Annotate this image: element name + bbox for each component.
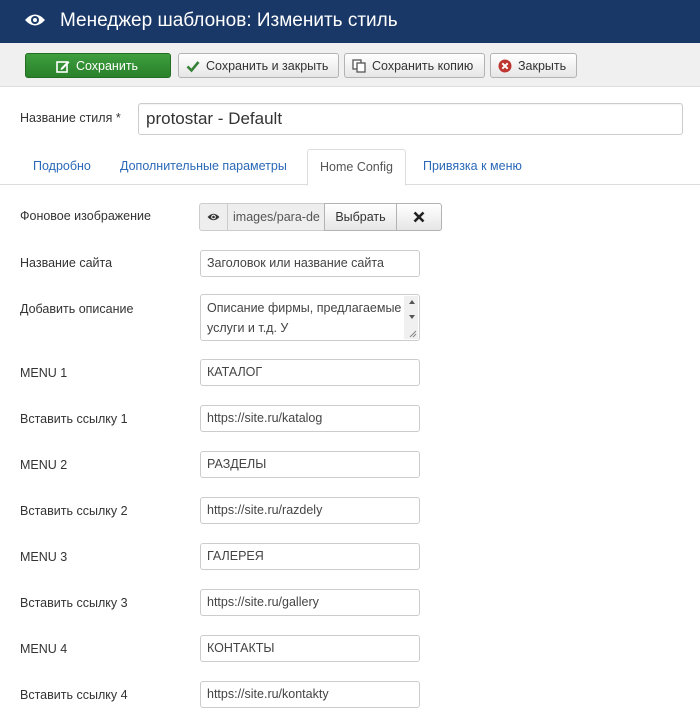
close-button-label: Закрыть <box>518 58 567 73</box>
link-2-label: Вставить ссылку 2 <box>20 504 128 518</box>
style-name-input[interactable]: protostar - Default <box>138 103 683 135</box>
eye-icon <box>25 14 45 26</box>
link-2-input[interactable]: https://site.ru/razdely <box>200 497 420 524</box>
tab-details[interactable]: Подробно <box>21 149 103 185</box>
preview-button[interactable] <box>199 203 228 231</box>
cancel-icon <box>498 59 512 72</box>
tab-bar: Подробно Дополнительные параметры Home C… <box>0 149 700 186</box>
tab-advanced[interactable]: Дополнительные параметры <box>108 149 299 185</box>
site-name-label: Название сайта <box>20 256 113 270</box>
save-and-close-label: Сохранить и закрыть <box>206 58 329 73</box>
tab-home-config[interactable]: Home Config <box>307 149 406 186</box>
menu-2-label: MENU 2 <box>20 458 68 472</box>
edit-icon <box>56 60 70 73</box>
scroll-up-icon[interactable] <box>409 300 415 304</box>
menu-2-input[interactable]: РАЗДЕЛЫ <box>200 451 420 478</box>
save-button[interactable]: Сохранить <box>25 53 171 78</box>
description-text: Описание фирмы, предлагаемые услуги и т.… <box>207 301 402 335</box>
menu-4-input[interactable]: КОНТАКТЫ <box>200 635 420 662</box>
close-icon <box>413 211 425 223</box>
link-1-label: Вставить ссылку 1 <box>20 412 128 426</box>
close-button[interactable]: Закрыть <box>490 53 577 78</box>
select-image-button[interactable]: Выбрать <box>324 203 397 231</box>
link-3-label: Вставить ссылку 3 <box>20 596 128 610</box>
bg-image-label: Фоновое изображение <box>20 209 151 223</box>
style-name-label: Название стиля * <box>20 111 121 125</box>
clear-image-button[interactable] <box>397 203 442 231</box>
bg-image-field: images/para-de Выбрать <box>199 203 442 231</box>
bg-image-path: images/para-de <box>228 203 324 231</box>
description-textarea[interactable]: Описание фирмы, предлагаемые услуги и т.… <box>200 294 420 341</box>
site-name-input[interactable]: Заголовок или название сайта <box>200 250 420 277</box>
menu-3-label: MENU 3 <box>20 550 68 564</box>
eye-icon <box>207 213 220 221</box>
menu-1-input[interactable]: КАТАЛОГ <box>200 359 420 386</box>
menu-1-label: MENU 1 <box>20 366 68 380</box>
menu-3-input[interactable]: ГАЛЕРЕЯ <box>200 543 420 570</box>
menu-4-label: MENU 4 <box>20 642 68 656</box>
copy-icon <box>352 58 366 73</box>
save-as-copy-button[interactable]: Сохранить копию <box>344 53 485 78</box>
link-4-label: Вставить ссылку 4 <box>20 688 128 702</box>
resize-grip-icon[interactable] <box>409 330 417 338</box>
scroll-down-icon[interactable] <box>409 315 415 319</box>
save-button-label: Сохранить <box>75 58 139 73</box>
link-3-input[interactable]: https://site.ru/gallery <box>200 589 420 616</box>
check-icon <box>186 60 200 72</box>
page-title: Менеджер шаблонов: Изменить стиль <box>60 10 398 31</box>
toolbar: Сохранить Сохранить и закрыть Сохранить … <box>0 43 700 87</box>
page-header: Менеджер шаблонов: Изменить стиль <box>0 0 700 43</box>
save-as-copy-label: Сохранить копию <box>372 58 474 73</box>
save-and-close-button[interactable]: Сохранить и закрыть <box>178 53 339 78</box>
link-1-input[interactable]: https://site.ru/katalog <box>200 405 420 432</box>
tab-menu-assignment[interactable]: Привязка к меню <box>411 149 534 185</box>
description-label: Добавить описание <box>20 302 134 316</box>
link-4-input[interactable]: https://site.ru/kontakty <box>200 681 420 708</box>
